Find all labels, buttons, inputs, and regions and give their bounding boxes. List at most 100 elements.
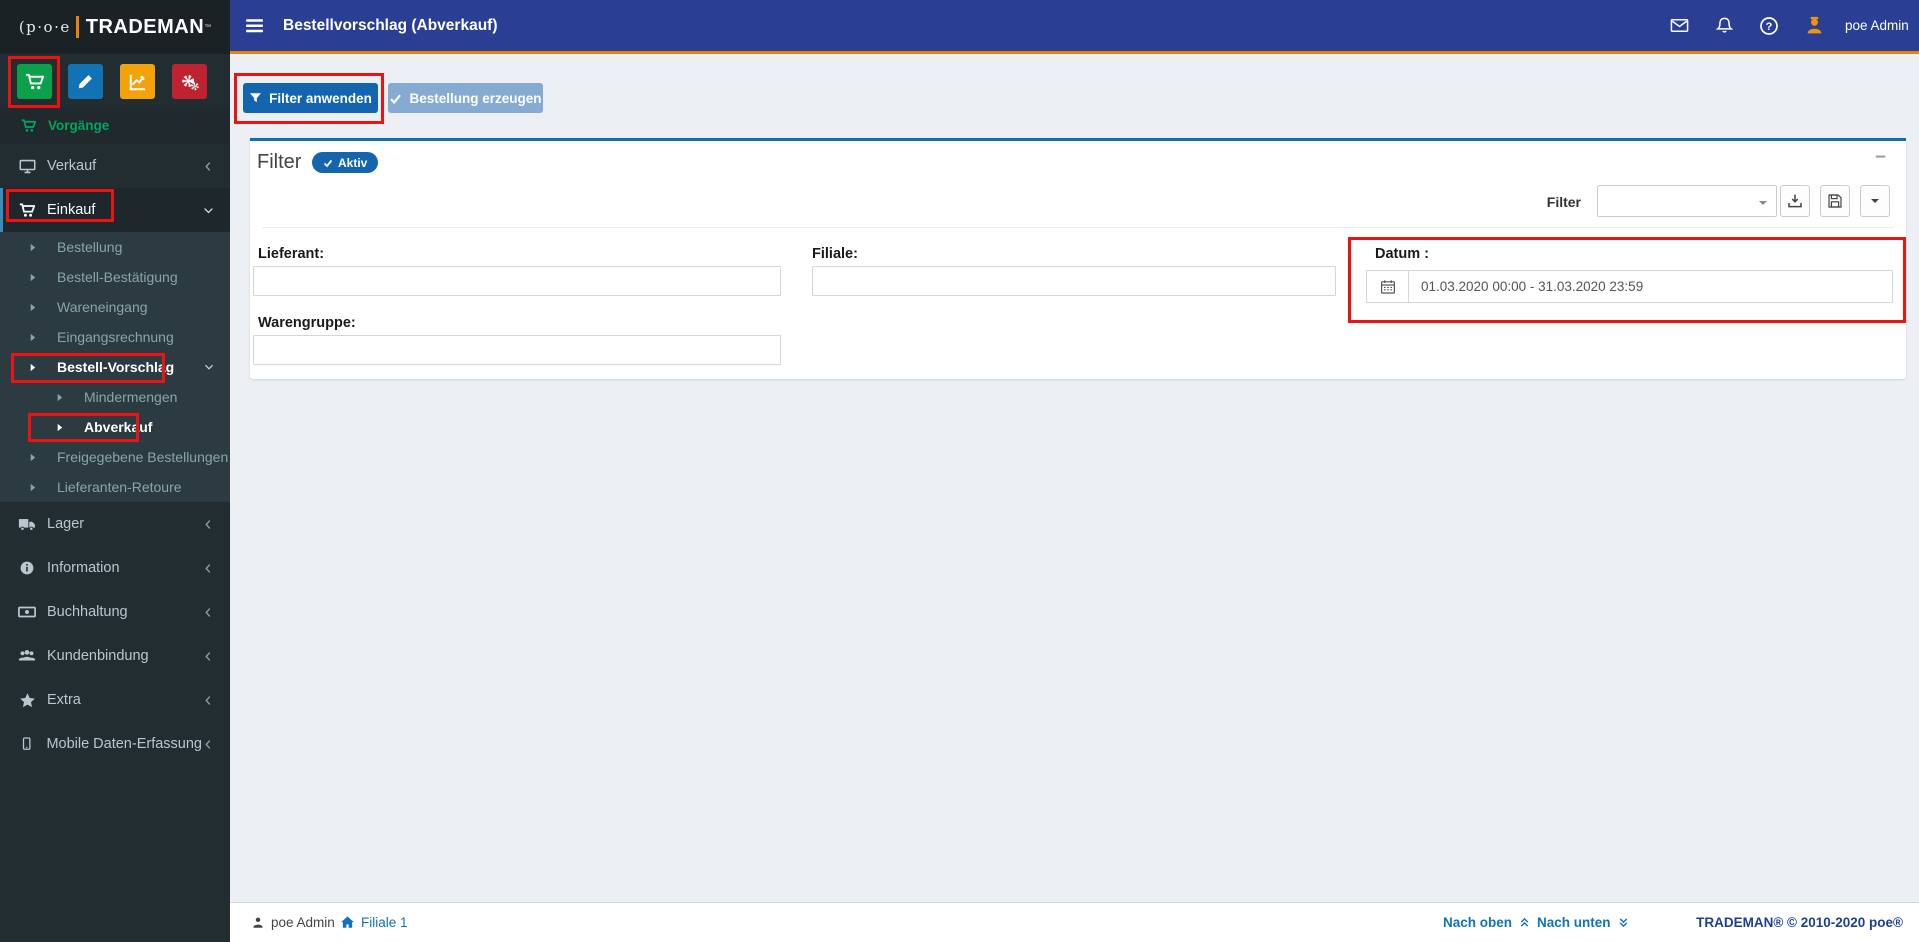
logo-separator bbox=[75, 16, 79, 38]
caret-right-icon bbox=[55, 423, 64, 432]
datum-range-input[interactable]: 01.03.2020 00:00 - 31.03.2020 23:59 bbox=[1366, 270, 1893, 303]
sidebar-item-bestell-bestaetigung[interactable]: Bestell-Bestätigung bbox=[0, 262, 230, 292]
collapse-panel-button[interactable]: − bbox=[1875, 147, 1886, 169]
help-icon[interactable]: ? bbox=[1759, 16, 1779, 36]
download-filter-button[interactable] bbox=[1780, 185, 1810, 217]
warengruppe-label: Warengruppe: bbox=[258, 315, 356, 331]
sidebar-item-einkauf[interactable]: Einkauf bbox=[0, 188, 230, 232]
sidebar-item-buchhaltung[interactable]: Buchhaltung bbox=[0, 590, 230, 634]
caret-right-icon bbox=[28, 303, 37, 312]
sidebar-item-bestellung[interactable]: Bestellung bbox=[0, 232, 230, 262]
sidebar-section-vorgaenge: Vorgänge bbox=[0, 111, 230, 139]
calendar-icon bbox=[1367, 271, 1409, 302]
check-icon bbox=[323, 158, 333, 168]
sidebar-item-lager[interactable]: Lager bbox=[0, 502, 230, 546]
truck-icon bbox=[16, 515, 38, 533]
footer-copyright: TRADEMAN® © 2010-2020 poe® bbox=[1696, 915, 1903, 930]
footer-branch-link[interactable]: Filiale 1 bbox=[340, 903, 408, 942]
filter-select-label: Filter bbox=[1546, 194, 1581, 210]
warengruppe-input[interactable] bbox=[253, 335, 781, 365]
caret-right-icon bbox=[28, 273, 37, 282]
sidebar-item-verkauf[interactable]: Verkauf bbox=[0, 144, 230, 188]
footer-user: poe Admin bbox=[251, 903, 335, 942]
caret-right-icon bbox=[55, 393, 64, 402]
sidebar-item-kundenbindung[interactable]: Kundenbindung bbox=[0, 634, 230, 678]
gears-icon bbox=[181, 73, 199, 91]
sidebar-item-information[interactable]: Information bbox=[0, 546, 230, 590]
chevron-left-icon bbox=[202, 650, 215, 663]
page-title: Bestellvorschlag (Abverkauf) bbox=[283, 17, 498, 34]
quick-edit-button[interactable] bbox=[68, 64, 103, 99]
chevron-left-icon bbox=[202, 562, 215, 575]
quick-cart-button[interactable] bbox=[17, 64, 52, 99]
caret-right-icon bbox=[28, 333, 37, 342]
chevron-down-icon bbox=[203, 361, 215, 373]
pencil-icon bbox=[77, 73, 94, 90]
mobile-phone-icon bbox=[16, 736, 37, 752]
quick-chart-button[interactable] bbox=[120, 64, 155, 99]
filter-select[interactable] bbox=[1597, 185, 1777, 217]
sidebar-item-freigegebene-bestellungen[interactable]: Freigegebene Bestellungen bbox=[0, 442, 230, 472]
filter-options-dropdown-button[interactable] bbox=[1860, 185, 1890, 217]
chevron-left-icon bbox=[202, 738, 215, 751]
caret-right-icon bbox=[28, 243, 37, 252]
sidebar-item-mindermengen[interactable]: Mindermengen bbox=[0, 382, 230, 412]
chevron-left-icon bbox=[202, 694, 215, 707]
caret-right-icon bbox=[28, 483, 37, 492]
save-filter-button[interactable] bbox=[1820, 185, 1850, 217]
angle-double-down-icon bbox=[1617, 916, 1630, 929]
sidebar-item-abverkauf[interactable]: Abverkauf bbox=[0, 412, 230, 442]
sidebar-item-bestell-vorschlag[interactable]: Bestell-Vorschlag bbox=[0, 352, 230, 382]
datum-label: Datum : bbox=[1375, 246, 1429, 262]
person-icon bbox=[251, 916, 265, 930]
topbar-username[interactable]: poe Admin bbox=[1845, 0, 1909, 51]
svg-text:?: ? bbox=[1766, 21, 1773, 33]
check-icon bbox=[389, 92, 402, 105]
users-icon bbox=[16, 647, 38, 665]
chevron-left-icon bbox=[202, 606, 215, 619]
scroll-to-top-link[interactable]: Nach oben bbox=[1443, 903, 1531, 942]
filiale-input[interactable] bbox=[812, 266, 1336, 296]
chevron-down-icon bbox=[202, 204, 215, 217]
scroll-to-bottom-link[interactable]: Nach unten bbox=[1537, 903, 1630, 942]
create-order-button[interactable]: Bestellung erzeugen bbox=[388, 83, 543, 113]
sidebar-item-mobile-daten-erfassung[interactable]: Mobile Daten-Erfassung bbox=[0, 722, 230, 766]
cart-icon bbox=[17, 118, 39, 133]
home-icon bbox=[340, 915, 355, 930]
active-badge: Aktiv bbox=[312, 152, 379, 173]
apply-filter-button[interactable]: Filter anwenden bbox=[243, 83, 378, 113]
caret-down-icon bbox=[1870, 196, 1880, 206]
hamburger-menu-icon[interactable] bbox=[244, 15, 265, 36]
cart-icon bbox=[25, 72, 44, 91]
caret-down-icon bbox=[1758, 198, 1768, 208]
lieferant-label: Lieferant: bbox=[258, 246, 325, 262]
panel-divider bbox=[262, 227, 1894, 228]
logo-mark: (p·o·e bbox=[18, 18, 71, 36]
logo-trademark: ™ bbox=[204, 23, 212, 31]
sidebar-item-lieferanten-retoure[interactable]: Lieferanten-Retoure bbox=[0, 472, 230, 502]
line-chart-icon bbox=[129, 73, 147, 91]
lieferant-input[interactable] bbox=[253, 266, 781, 296]
mail-icon[interactable] bbox=[1670, 16, 1689, 35]
panel-title: Filter bbox=[257, 151, 302, 173]
sidebar-item-eingangsrechnung[interactable]: Eingangsrechnung bbox=[0, 322, 230, 352]
desktop-icon bbox=[16, 158, 38, 175]
caret-right-icon bbox=[28, 363, 37, 372]
floppy-save-icon bbox=[1827, 193, 1843, 209]
quick-settings-button[interactable] bbox=[172, 64, 207, 99]
footer: poe Admin Filiale 1 Nach oben Nach unten… bbox=[230, 902, 1919, 942]
topbar: Bestellvorschlag (Abverkauf) ? poe Admin bbox=[230, 0, 1919, 54]
sidebar-item-wareneingang[interactable]: Wareneingang bbox=[0, 292, 230, 322]
bell-icon[interactable] bbox=[1715, 16, 1734, 35]
sidebar-section-label: Vorgänge bbox=[48, 117, 110, 133]
sidebar-item-extra[interactable]: Extra bbox=[0, 678, 230, 722]
info-circle-icon bbox=[16, 560, 38, 576]
filter-funnel-icon bbox=[249, 92, 262, 105]
user-avatar[interactable] bbox=[1804, 15, 1825, 36]
download-icon bbox=[1787, 193, 1803, 209]
app-logo[interactable]: (p·o·e TRADEMAN ™ bbox=[0, 0, 230, 54]
chevron-left-icon bbox=[202, 160, 215, 173]
filiale-label: Filiale: bbox=[812, 246, 858, 262]
caret-right-icon bbox=[28, 453, 37, 462]
money-bill-icon bbox=[16, 603, 38, 621]
